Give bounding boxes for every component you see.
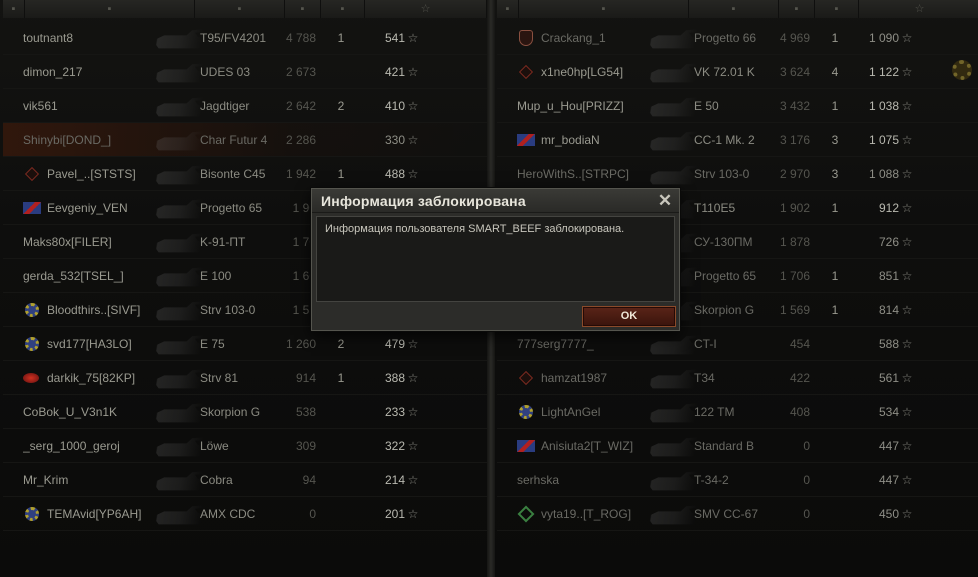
- dialog-title: Информация заблокирована: [321, 193, 526, 209]
- blocked-info-dialog: Информация заблокирована ✕ Информация по…: [311, 188, 680, 331]
- dialog-message-box: Информация пользователя SMART_BEEF забло…: [316, 216, 675, 302]
- dialog-message: Информация пользователя SMART_BEEF забло…: [325, 223, 625, 235]
- modal-overlay: Информация заблокирована ✕ Информация по…: [0, 0, 978, 577]
- dialog-title-bar: Информация заблокирована ✕: [312, 189, 679, 213]
- close-icon[interactable]: ✕: [657, 192, 673, 209]
- ok-button[interactable]: OK: [582, 306, 676, 327]
